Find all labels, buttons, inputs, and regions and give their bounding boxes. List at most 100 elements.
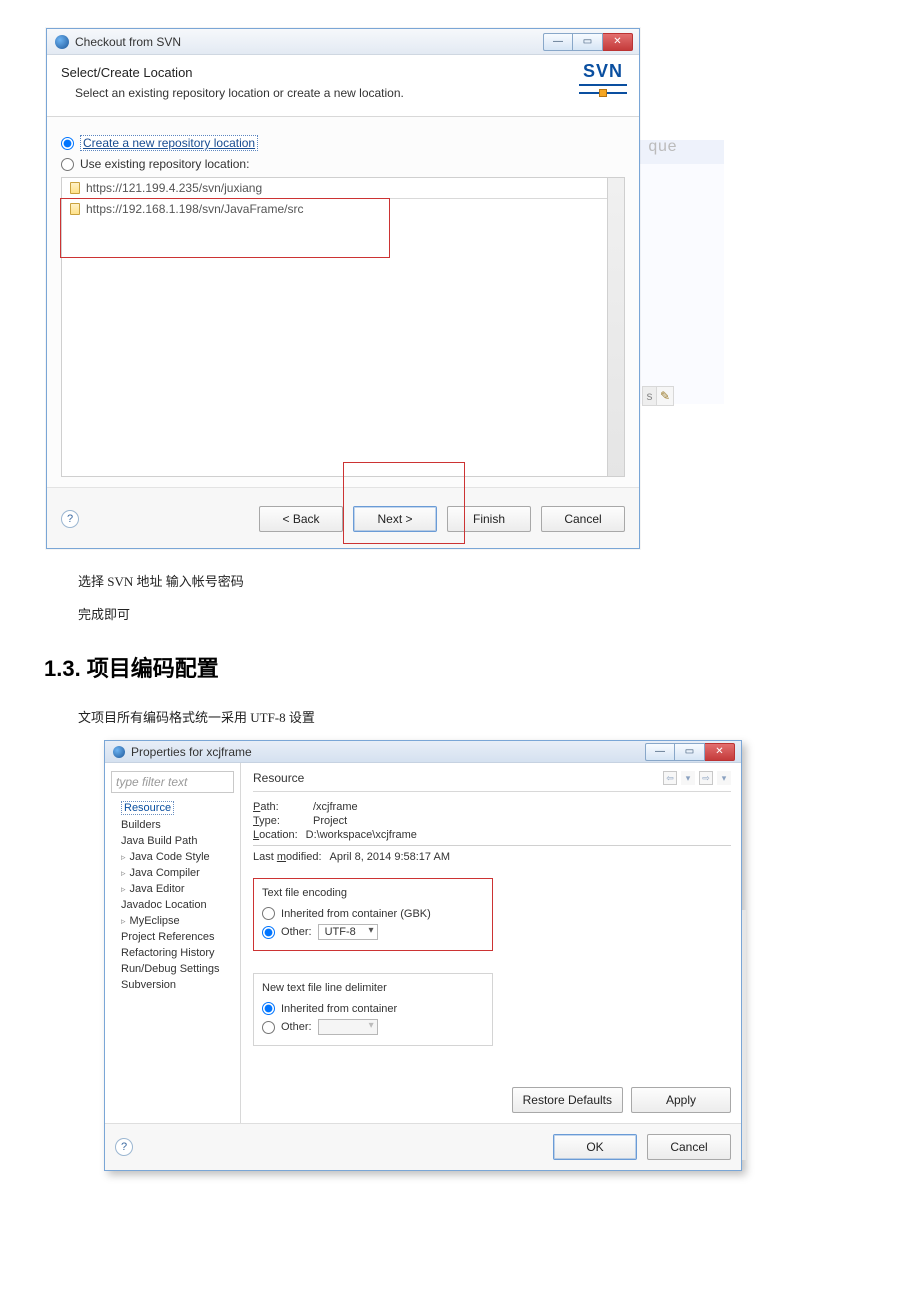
group-title: Text file encoding xyxy=(262,887,484,899)
minimize-button[interactable]: — xyxy=(645,743,675,761)
background-tag: s ✎ xyxy=(642,386,674,406)
properties-tree: type filter text Resource Builders Java … xyxy=(105,763,241,1123)
tree-item-builders[interactable]: Builders xyxy=(111,817,240,833)
last-modified-value: April 8, 2014 9:58:17 AM xyxy=(330,851,450,863)
encoding-other-radio-input[interactable] xyxy=(262,926,275,939)
close-button[interactable]: ✕ xyxy=(705,743,735,761)
encoding-other-label: Other: xyxy=(281,926,312,938)
tree-item-label: MyEclipse xyxy=(130,915,180,927)
tree-item-java-code-style[interactable]: Java Code Style xyxy=(111,849,240,865)
tree-item-label: Java Build Path xyxy=(121,835,197,847)
tree-item-label: Javadoc Location xyxy=(121,899,207,911)
encoding-inherited-radio-input[interactable] xyxy=(262,907,275,920)
nav-forward-icon[interactable]: ⇨ xyxy=(699,771,713,785)
path-value: /xcjframe xyxy=(313,801,358,813)
wizard-heading: Select/Create Location xyxy=(61,65,625,80)
tree-item-resource[interactable]: Resource xyxy=(111,799,240,817)
app-icon xyxy=(55,35,69,49)
back-button[interactable]: < Back xyxy=(259,506,343,532)
app-icon xyxy=(113,746,125,758)
delimiter-inherited-radio[interactable]: Inherited from container xyxy=(262,1000,484,1017)
radio-create-new-location[interactable]: Create a new repository location xyxy=(61,135,625,151)
wizard-subheading: Select an existing repository location o… xyxy=(61,86,625,100)
window-title: Properties for xcjframe xyxy=(131,745,645,759)
help-icon[interactable]: ? xyxy=(115,1138,133,1156)
tree-item-label: Subversion xyxy=(121,979,176,991)
cancel-button[interactable]: Cancel xyxy=(541,506,625,532)
chevron-down-icon[interactable]: ▾ xyxy=(717,771,731,785)
pencil-icon: ✎ xyxy=(657,387,673,405)
encoding-other-radio[interactable]: Other: UTF-8 xyxy=(262,922,484,942)
repository-url: https://192.168.1.198/svn/JavaFrame/src xyxy=(86,202,303,216)
text-file-encoding-group: Text file encoding Inherited from contai… xyxy=(253,878,493,951)
tree-item-run-debug-settings[interactable]: Run/Debug Settings xyxy=(111,961,240,977)
nav-back-icon[interactable]: ⇦ xyxy=(663,771,677,785)
tree-item-project-references[interactable]: Project References xyxy=(111,929,240,945)
type-value: Project xyxy=(313,815,347,827)
line-delimiter-group: New text file line delimiter Inherited f… xyxy=(253,973,493,1046)
tree-item-refactoring-history[interactable]: Refactoring History xyxy=(111,945,240,961)
window-titlebar: Checkout from SVN — ▭ ✕ xyxy=(47,29,639,55)
doc-paragraph: 完成即可 xyxy=(78,604,920,623)
delimiter-combo xyxy=(318,1019,378,1035)
delimiter-other-radio-input[interactable] xyxy=(262,1021,275,1034)
delimiter-other-radio[interactable]: Other: xyxy=(262,1017,484,1037)
background-tag-s: s xyxy=(643,387,657,405)
page-title: Resource xyxy=(253,771,659,785)
chevron-down-icon[interactable]: ▾ xyxy=(681,771,695,785)
minimize-button[interactable]: — xyxy=(543,33,573,51)
tree-item-javadoc-location[interactable]: Javadoc Location xyxy=(111,897,240,913)
radio-use-existing-location-label: Use existing repository location: xyxy=(80,157,249,171)
filter-input[interactable]: type filter text xyxy=(111,771,234,793)
group-title: New text file line delimiter xyxy=(262,982,484,994)
repository-icon xyxy=(70,203,80,215)
window-titlebar: Properties for xcjframe — ▭ ✕ xyxy=(105,741,741,763)
radio-use-existing-location[interactable]: Use existing repository location: xyxy=(61,157,625,171)
ok-button[interactable]: OK xyxy=(553,1134,637,1160)
tree-item-label: Builders xyxy=(121,819,161,831)
repository-icon xyxy=(70,182,80,194)
doc-paragraph: 文项目所有编码格式统一采用 UTF-8 设置 xyxy=(78,707,920,726)
window-title: Checkout from SVN xyxy=(75,35,543,49)
svn-logo-text: SVN xyxy=(579,61,627,86)
maximize-button[interactable]: ▭ xyxy=(675,743,705,761)
encoding-inherited-radio[interactable]: Inherited from container (GBK) xyxy=(262,905,484,922)
tree-item-label: Refactoring History xyxy=(121,947,215,959)
background-text-fragment: que xyxy=(648,138,677,156)
encoding-inherited-label: Inherited from container (GBK) xyxy=(281,908,431,920)
annotation-box xyxy=(343,462,465,544)
repository-list[interactable]: https://121.199.4.235/svn/juxiang https:… xyxy=(61,177,625,477)
encoding-combo[interactable]: UTF-8 xyxy=(318,924,378,940)
delimiter-other-label: Other: xyxy=(281,1021,312,1033)
repository-item[interactable]: https://192.168.1.198/svn/JavaFrame/src xyxy=(62,199,624,219)
tree-item-label: Project References xyxy=(121,931,215,943)
location-value: D:\workspace\xcjframe xyxy=(306,829,417,841)
tree-item-label: Run/Debug Settings xyxy=(121,963,219,975)
page-shadow xyxy=(742,910,746,1160)
tree-item-java-editor[interactable]: Java Editor xyxy=(111,881,240,897)
properties-dialog: Properties for xcjframe — ▭ ✕ type filte… xyxy=(104,740,742,1171)
radio-use-existing-location-input[interactable] xyxy=(61,158,74,171)
section-heading: 1.3. 项目编码配置 xyxy=(44,651,920,683)
close-button[interactable]: ✕ xyxy=(603,33,633,51)
tree-item-myeclipse[interactable]: MyEclipse xyxy=(111,913,240,929)
tree-item-label: Java Editor xyxy=(130,883,185,895)
tree-item-subversion[interactable]: Subversion xyxy=(111,977,240,993)
repository-url: https://121.199.4.235/svn/juxiang xyxy=(86,181,262,195)
delimiter-inherited-label: Inherited from container xyxy=(281,1003,397,1015)
radio-create-new-location-label: Create a new repository location xyxy=(80,135,258,151)
delimiter-inherited-radio-input[interactable] xyxy=(262,1002,275,1015)
tree-item-label: Resource xyxy=(121,801,174,815)
svn-checkout-dialog: Checkout from SVN — ▭ ✕ Select/Create Lo… xyxy=(46,28,640,549)
restore-defaults-button[interactable]: Restore Defaults xyxy=(512,1087,623,1113)
radio-create-new-location-input[interactable] xyxy=(61,137,74,150)
tree-item-label: Java Code Style xyxy=(130,851,210,863)
tree-item-java-build-path[interactable]: Java Build Path xyxy=(111,833,240,849)
help-icon[interactable]: ? xyxy=(61,510,79,528)
apply-button[interactable]: Apply xyxy=(631,1087,731,1113)
cancel-button[interactable]: Cancel xyxy=(647,1134,731,1160)
maximize-button[interactable]: ▭ xyxy=(573,33,603,51)
tree-item-java-compiler[interactable]: Java Compiler xyxy=(111,865,240,881)
repository-item[interactable]: https://121.199.4.235/svn/juxiang xyxy=(62,178,624,199)
svn-logo: SVN xyxy=(579,61,627,96)
